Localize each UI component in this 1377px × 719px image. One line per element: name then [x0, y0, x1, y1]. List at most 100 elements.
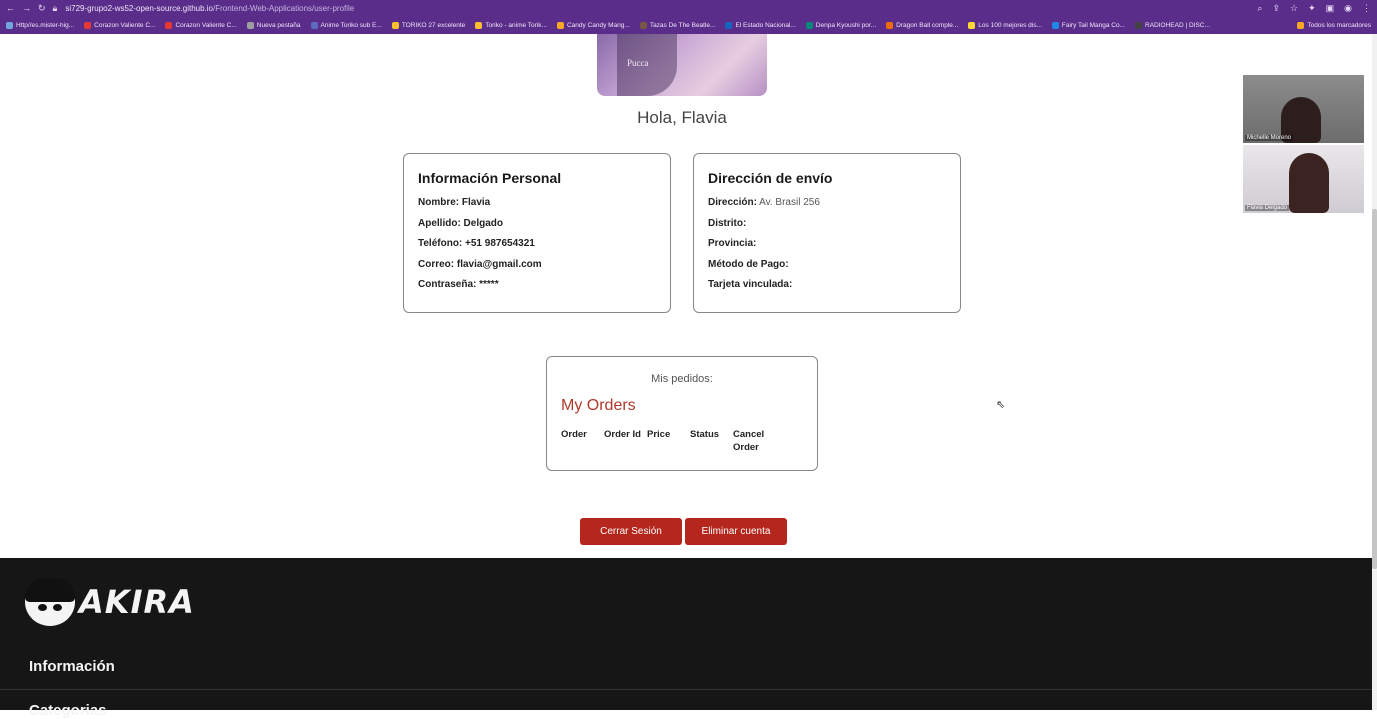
bookmark-label: Tazas De The Beatle... [649, 21, 716, 29]
bookmark-favicon-icon [1051, 21, 1059, 29]
footer-divider [0, 689, 1372, 690]
bookmark-favicon-icon [556, 21, 564, 29]
url-path: /Frontend-Web-Applications/user-profile [213, 3, 355, 13]
bookmark-item[interactable]: Nueva pestaña [246, 21, 301, 29]
bookmark-favicon-icon [968, 21, 976, 29]
col-order: Order [561, 429, 587, 440]
name-row: Nombre: Flavia [418, 197, 491, 208]
bookmark-favicon-icon [886, 21, 894, 29]
bookmark-item[interactable]: TORIKO 27 excelente [391, 21, 466, 29]
bookmark-label: RADIOHEAD | DISC... [1145, 21, 1210, 29]
province-row: Provincia: [708, 238, 757, 249]
shipping-address-card: Dirección de envío Dirección: Av. Brasil… [693, 153, 961, 313]
bookmark-label: Http//es.mister-hig... [16, 21, 75, 29]
bookmarks-bar: Http//es.mister-hig... Corazon Valiente C… [0, 16, 1377, 34]
bookmark-item[interactable]: Candy Candy Mang... [556, 21, 630, 29]
bookmark-label: Denpa Kyoushi por... [815, 21, 877, 29]
phone-row: Teléfono: +51 987654321 [418, 238, 535, 249]
shipping-title: Dirección de envío [708, 170, 833, 186]
bookmark-favicon-icon [310, 21, 318, 29]
bookmark-item[interactable]: Http//es.mister-hig... [6, 21, 75, 29]
payment-method-row: Método de Pago: [708, 258, 789, 270]
back-arrow-icon[interactable]: ← [6, 3, 15, 14]
bookmark-item[interactable]: Dragon Ball comple... [886, 21, 958, 29]
lock-icon: 🔒︎ [52, 2, 58, 13]
bookmark-label: Corazon Valiente C... [94, 21, 156, 29]
bookmark-item[interactable]: Toriko - anime Torik... [475, 21, 547, 29]
mascot-eye-right [53, 604, 62, 611]
scrollbar-thumb[interactable] [1372, 209, 1377, 569]
bookmark-item[interactable]: El Estado Nacional... [725, 21, 796, 29]
orders-title: My Orders [561, 397, 636, 414]
browser-actions: ⌕ ⇪ ☆ ✦ ▣ ◉ ⋮ [1257, 3, 1371, 14]
greeting: Hola, Flavia [637, 108, 727, 127]
bookmark-item[interactable]: RADIOHEAD | DISC... [1135, 21, 1210, 29]
bookmark-label: Nueva pestaña [256, 21, 301, 29]
participant-2-name: Flavia Delgado [1245, 205, 1290, 211]
bookmark-favicon-icon [1135, 21, 1142, 29]
url-host: si729-grupo2-ws52-open-source.github.io [65, 3, 213, 13]
all-bookmarks[interactable]: Todos los marcadores [1297, 21, 1371, 29]
bookmark-item[interactable]: Anime Toriko sub E... [310, 21, 382, 29]
bookmark-label: El Estado Nacional... [735, 21, 796, 29]
page-scrollbar[interactable] [1372, 34, 1377, 710]
profile-icon[interactable]: ◉ [1344, 3, 1352, 14]
bookmark-label: Fairy Tail Manga Co... [1061, 21, 1125, 29]
bookmark-favicon-icon [84, 21, 92, 29]
bookmark-favicon-icon [725, 21, 733, 29]
logout-button[interactable]: Cerrar Sesión [580, 518, 682, 545]
orders-card: Mis pedidos: My Orders Order Order Id Pr… [546, 356, 818, 471]
footer: AKIRA Información Categorias [0, 558, 1372, 719]
bookmark-favicon-icon [391, 21, 399, 29]
forward-arrow-icon[interactable]: → [22, 3, 31, 14]
orders-caption: Mis pedidos: [651, 373, 713, 385]
star-icon[interactable]: ☆ [1290, 3, 1298, 14]
delete-account-button[interactable]: Eliminar cuenta [685, 518, 787, 545]
brand-name: AKIRA [79, 583, 195, 621]
browser-nav: ← → ↻ 🔒︎ [6, 3, 57, 14]
bookmark-favicon-icon [475, 21, 483, 29]
address-bar[interactable]: si729-grupo2-ws52-open-source.github.io/… [65, 4, 354, 13]
col-price: Price [647, 429, 671, 440]
bookmark-favicon-icon [639, 21, 647, 29]
bookmark-label: TORIKO 27 excelente [401, 21, 466, 29]
zoom-icon[interactable]: ⌕ [1257, 3, 1262, 14]
menu-icon[interactable]: ⋮ [1362, 3, 1371, 14]
col-status: Status [690, 429, 720, 440]
mascot-eye-left [38, 604, 47, 611]
bookmark-label: Candy Candy Mang... [566, 21, 630, 29]
bookmark-label: Los 100 mejores dis... [978, 21, 1042, 29]
linked-card-row: Tarjeta vinculada: [708, 279, 793, 290]
akira-logo[interactable]: AKIRA [25, 578, 195, 626]
personal-info-card: Información Personal Nombre: Flavia Apel… [403, 153, 671, 313]
bookmark-item[interactable]: Denpa Kyoushi por... [805, 21, 877, 29]
orders-table-header: Order Order Id Price Status Cancel Order [561, 429, 803, 455]
footer-info-link[interactable]: Información [29, 658, 115, 675]
bookmark-favicon-icon [165, 21, 173, 29]
bookmark-item[interactable]: Fairy Tail Manga Co... [1051, 21, 1125, 29]
footer-categories-link[interactable]: Categorias [29, 702, 107, 719]
extensions-icon[interactable]: ✦ [1308, 3, 1316, 14]
bookmark-item[interactable]: Corazon Valiente C... [84, 21, 156, 29]
profile-avatar: Pucca [597, 34, 767, 96]
video-tile-participant-2[interactable]: Flavia Delgado [1243, 145, 1364, 213]
mascot-face-icon [25, 578, 75, 626]
sidebar-icon[interactable]: ▣ [1326, 3, 1335, 14]
share-icon[interactable]: ⇪ [1272, 3, 1280, 14]
bookmark-item[interactable]: Corazon Valiente C... [165, 21, 237, 29]
participant-1-name: Michelle Moreno [1245, 135, 1294, 141]
bookmark-item[interactable]: Tazas De The Beatle... [639, 21, 716, 29]
district-row: Distrito: [708, 217, 747, 229]
bookmark-label: Corazon Valiente C... [175, 21, 237, 29]
address-row: Dirección: Av. Brasil 256 [708, 197, 820, 208]
bookmark-label: Toriko - anime Torik... [485, 21, 547, 29]
mascot-hair [25, 578, 75, 602]
personal-info-title: Información Personal [418, 170, 562, 186]
bookmark-item[interactable]: Los 100 mejores dis... [968, 21, 1042, 29]
bookmark-favicon-icon [805, 21, 813, 29]
browser-toolbar: ← → ↻ 🔒︎ si729-grupo2-ws52-open-source.g… [0, 0, 1377, 16]
video-tile-participant-1[interactable]: Michelle Moreno [1243, 75, 1364, 143]
surname-row: Apellido: Delgado [418, 217, 503, 229]
avatar-caption: Pucca [627, 58, 649, 68]
reload-icon[interactable]: ↻ [38, 3, 46, 14]
